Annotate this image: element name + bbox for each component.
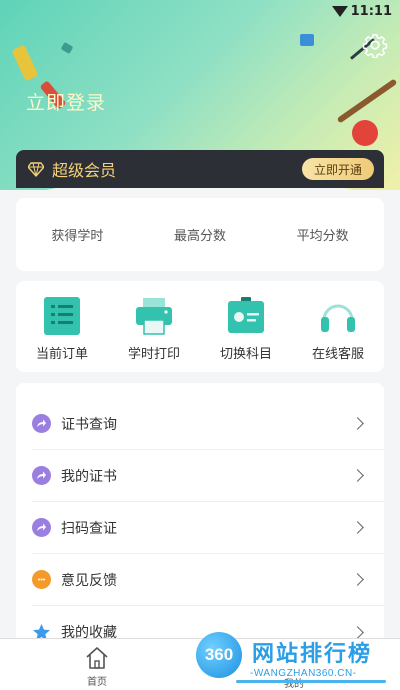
action-switch-subject[interactable]: 切换科目 (200, 281, 292, 372)
action-label: 切换科目 (219, 347, 272, 362)
vip-open-button[interactable]: 立即开通 (301, 158, 374, 180)
status-bar: 11:11 (0, 0, 400, 24)
share-arrow-icon (32, 414, 51, 433)
action-current-order[interactable]: 当前订单 (16, 281, 108, 372)
printer-icon (136, 298, 172, 335)
action-online-service[interactable]: 在线客服 (292, 281, 384, 372)
stat-study-hours[interactable]: 获得学时 (16, 225, 139, 244)
brush-decoration (336, 78, 398, 124)
menu-label: 意见反馈 (61, 572, 117, 589)
tab-label: 我的 (284, 679, 304, 690)
menu-label: 我的证书 (61, 468, 117, 485)
menu-item-certificate-query[interactable]: 证书查询 (32, 398, 384, 450)
quick-actions: 当前订单 学时打印 切换科目 在线客服 (16, 281, 384, 372)
action-label: 在线客服 (311, 347, 364, 362)
order-icon (44, 297, 80, 335)
menu-label: 证书查询 (61, 416, 117, 433)
chevron-right-icon (351, 625, 364, 639)
chevron-right-icon (351, 469, 364, 482)
share-arrow-icon (32, 466, 51, 485)
stats-card: 获得学时 最高分数 平均分数 (16, 198, 384, 271)
chevron-right-icon (351, 417, 364, 430)
vip-banner: 超级会员 立即开通 (16, 150, 384, 188)
action-print-hours[interactable]: 学时打印 (108, 281, 200, 372)
crayon-decoration (11, 44, 39, 82)
tab-home[interactable]: 首页 (84, 645, 110, 688)
menu-item-my-certificates[interactable]: 我的证书 (32, 450, 384, 502)
chat-bubble-icon (32, 570, 51, 589)
headset-icon (321, 304, 355, 332)
menu-item-feedback[interactable]: 意见反馈 (32, 554, 384, 606)
bottom-tab-bar: 首页 我的 (0, 638, 400, 690)
action-label: 当前订单 (35, 347, 88, 362)
chevron-right-icon (351, 573, 364, 586)
id-card-icon (228, 297, 264, 333)
decoration (60, 42, 74, 54)
vip-title: 超级会员 (52, 161, 117, 180)
chevron-right-icon (351, 521, 364, 534)
home-icon (86, 647, 108, 669)
status-time: 11:11 (350, 4, 392, 19)
share-arrow-icon (32, 518, 51, 537)
action-label: 学时打印 (127, 347, 180, 362)
wifi-icon (332, 6, 348, 17)
tab-mine[interactable]: 我的 (284, 645, 304, 690)
apple-decoration (352, 120, 378, 146)
menu-item-scan-verify[interactable]: 扫码查证 (32, 502, 384, 554)
gear-icon[interactable] (362, 32, 388, 58)
decoration (300, 34, 314, 46)
stat-highest-score[interactable]: 最高分数 (139, 225, 262, 244)
tab-label: 首页 (87, 677, 107, 688)
login-link[interactable]: 立即登录 (26, 88, 106, 115)
stat-average-score[interactable]: 平均分数 (261, 225, 384, 244)
diamond-icon (28, 162, 44, 177)
menu-label: 扫码查证 (61, 520, 117, 537)
